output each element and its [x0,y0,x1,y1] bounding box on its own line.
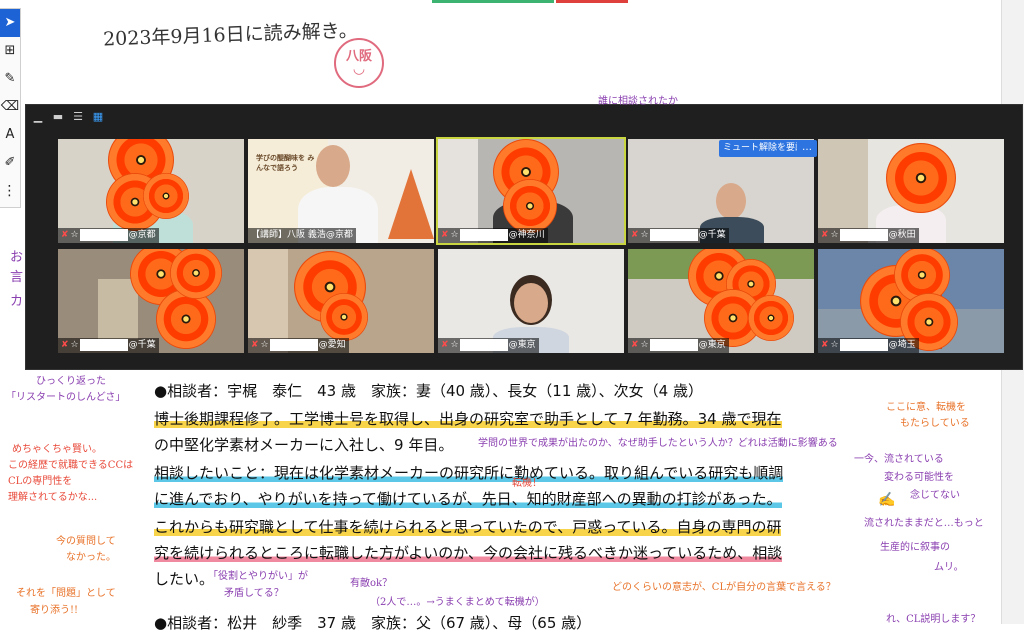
participant-name: 【講師】八阪 義浩@京都 [248,228,356,243]
select-arrow-icon[interactable]: ➤ [0,9,20,37]
annotation: ここに意、転機を [886,402,966,413]
annotation: ひっくり返った [36,376,106,387]
annotation: れ、CL説明します？ [886,614,981,625]
doc-line-1: ●相談者：宇梶 泰仁 43 歳 家族：妻（40 歳）、長女（11 歳）、次女（4… [154,382,703,400]
video-tile-9[interactable]: ✘ ☆ @東京 [628,249,814,353]
participant-name: ✘ ☆ @千葉 [628,228,729,243]
annotation: 「リスタートのしんどさ」 [6,392,126,403]
annotation: どのくらいの意志が、CLが自分の言葉で言える？ [612,582,836,593]
annotation: 転機！ [512,478,542,489]
pen-icon: ✍ [878,492,896,508]
annotation: 有敵ok？ [350,578,393,589]
annotation: この経歴で就職できるCCは [8,460,134,471]
video-tile-6[interactable]: ✘ ☆ @千葉 [58,249,244,353]
annotation: 今の質問して [56,536,116,547]
annotation: めちゃくちゃ賢い。 [12,444,102,455]
participant-name: ✘ ☆ @千葉 [58,338,159,353]
video-tile-7[interactable]: ✘ ☆ @愛知 [248,249,434,353]
text-icon[interactable]: A [0,121,20,149]
annotation: なかった。 [66,552,116,563]
participant-name: ✘ ☆ @東京 [438,338,539,353]
left-note-mark-2: 言 [10,270,24,285]
annotation: 一今、流されている [854,454,944,465]
add-box-icon[interactable]: ⊞ [0,37,20,65]
annotation: 変わる可能性を [884,472,954,483]
grid-view-icon[interactable]: ▦ [91,111,105,123]
doc-line-2: 博士後期課程修了。工学博士号を取得し、出身の研究室で助手として 7 年勤務。34… [154,410,782,428]
zoom-titlebar: ▁ ▬ ☰ ▦ [26,105,1022,131]
participant-name: ✘ ☆ @神奈川 [438,228,548,243]
left-note-mark: お [10,250,24,265]
participant-name: ✘ ☆ @京都 [58,228,159,243]
video-tile-5[interactable]: ✘ ☆ @秋田 [818,139,1004,243]
stamp-cursor-icon[interactable]: ✐ [0,149,20,177]
annotation: 流されたままだと…もっと [864,518,984,529]
single-view-icon[interactable]: ▬ [51,111,65,123]
request-unmute-button[interactable]: ミュート解除を要請 [719,140,809,157]
smile-icon: ◡ [352,61,366,77]
more-options-button[interactable]: … [797,140,817,157]
video-tile-10[interactable]: ✘ ☆ @埼玉 [818,249,1004,353]
top-indicator-green [432,0,554,3]
annotation: 学問の世界で成果が出たのか、なぜ助手したという人か？どれは活動に影響ある [478,438,838,449]
doc-line-7: 究を続けられるところに転職した方がよいのか、今の会社に残るべきか迷っているため、… [154,544,783,562]
annotation: 念じてない [910,490,960,501]
annotation: それを「問題」として [16,588,116,599]
doc-line-5: に進んでおり、やりがいを持って働けているが、先日、知的財産部への異動の打診があっ… [154,490,782,508]
annotation: CLの専門性を [8,476,73,487]
video-tile-1[interactable]: ✘ ☆ @京都 [58,139,244,243]
annotation: 誰に相談されたか [598,96,678,107]
annotation: 理解されてるかな... [8,492,98,503]
video-tile-2[interactable]: 学びの醍醐味を みんなで語ろう 【講師】八阪 義浩@京都 [248,139,434,243]
annotation: （2人で…。→うまくまとめて転機が） [370,597,545,608]
hanko-stamp: 八阪 ◡ [334,38,384,88]
doc-line-6: これからも研究職として仕事を続けられると思っていたので、戸惑っている。自身の専門… [154,518,782,536]
annotation-toolbar: ➤ ⊞ ✎ ⌫ A ✐ ⋮ [0,8,21,208]
participant-name: ✘ ☆ @愛知 [248,338,349,353]
annotation: もたらしている [900,418,970,429]
annotation: 矛盾してる？ [224,588,284,599]
pen-icon[interactable]: ✎ [0,65,20,93]
video-tile-8[interactable]: ✘ ☆ @東京 [438,249,624,353]
doc-line-9: ●相談者：松井 紗季 37 歳 家族：父（67 歳）、母（65 歳） [154,614,592,632]
minimize-icon[interactable]: ▁ [31,111,45,123]
more-dots-icon[interactable]: ⋮ [0,177,20,205]
video-tile-3-active[interactable]: ✘ ☆ @神奈川 [436,137,626,245]
doc-line-4: 相談したいこと：現在は化学素材メーカーの研究所に勤めている。取り組んでいる研究も… [154,464,784,482]
annotation: ムリ。 [934,562,964,573]
two-row-view-icon[interactable]: ☰ [71,111,85,123]
participant-name: ✘ ☆ @秋田 [818,228,919,243]
annotation: 「役割とやりがい」が [208,571,308,582]
participant-name: ✘ ☆ @東京 [628,338,729,353]
eraser-icon[interactable]: ⌫ [0,93,20,121]
annotation: 寄り添う!! [30,605,79,616]
left-note-mark-3: カ [10,294,24,309]
participant-name: ✘ ☆ @埼玉 [818,338,919,353]
top-indicator-red [556,0,628,3]
annotation: 生産的に叙事の [880,542,950,553]
